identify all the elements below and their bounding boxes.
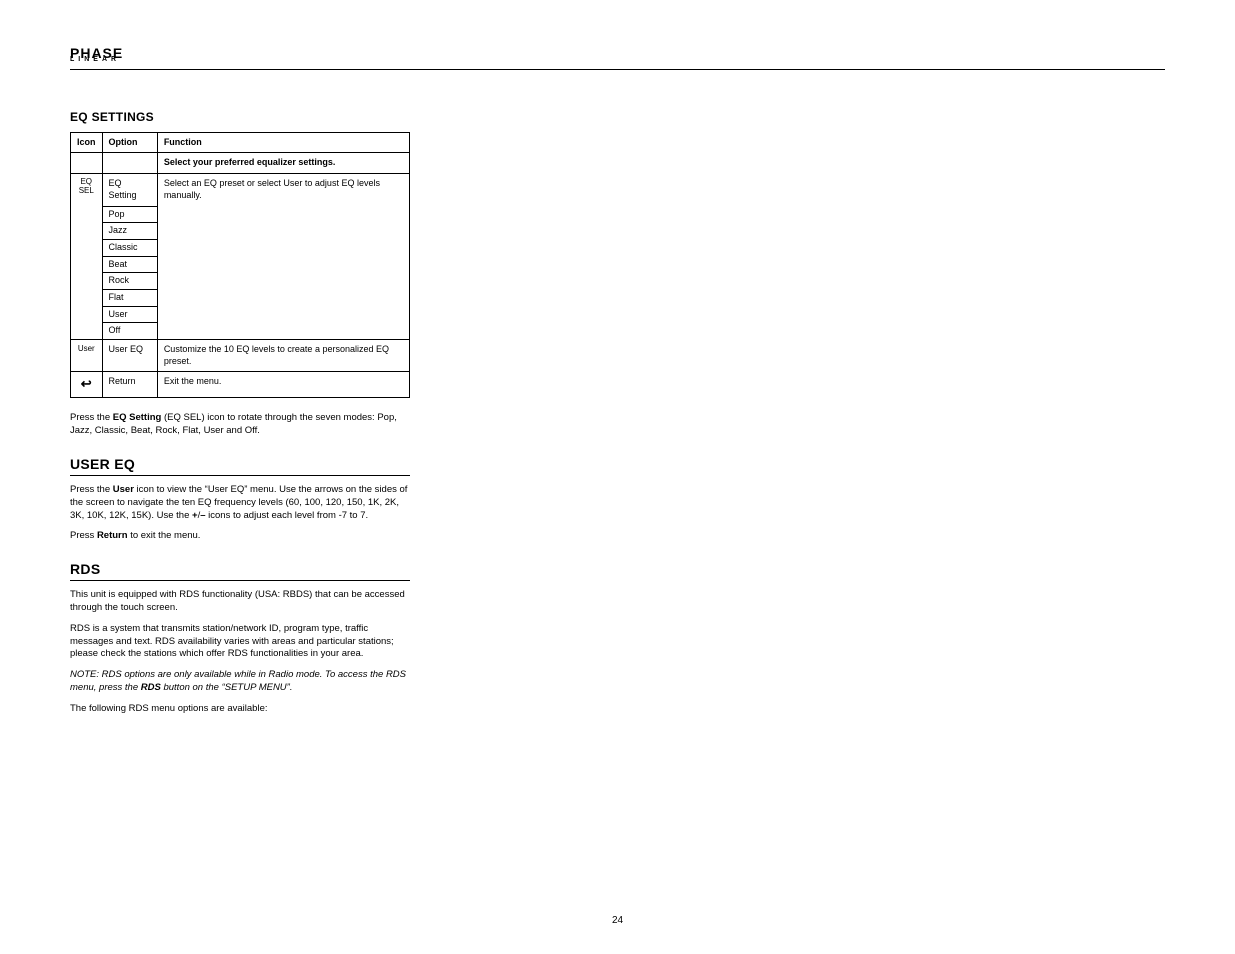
rds-p2: RDS is a system that transmits station/n…	[70, 623, 410, 661]
table-row: User User EQ Customize the 10 EQ levels …	[71, 340, 410, 372]
return-func-cell: Exit the menu.	[157, 372, 409, 398]
table-row: EQ SEL EQ Setting Pop Jazz Classic Beat …	[71, 174, 410, 340]
eq-sel-icon-cell: EQ SEL	[71, 174, 103, 340]
user-eq-p1: Press the User icon to view the “User EQ…	[70, 484, 410, 522]
rds-p3: NOTE: RDS options are only available whi…	[70, 669, 410, 695]
table-subheader-row: Select your preferred equalizer settings…	[71, 153, 410, 174]
eq-opt: Flat	[103, 290, 157, 307]
table-row: ↩ Return Exit the menu.	[71, 372, 410, 398]
return-option-cell: Return	[102, 372, 157, 398]
user-func-cell: Customize the 10 EQ levels to create a p…	[157, 340, 409, 372]
eq-opt: Classic	[103, 240, 157, 257]
blank-func: Select your preferred equalizer settings…	[157, 153, 409, 174]
eq-opt: User	[103, 307, 157, 324]
eq-opt: Rock	[103, 273, 157, 290]
eq-setting-label: EQ Setting	[103, 174, 157, 206]
eq-sel-icon-l2: SEL	[79, 186, 94, 195]
rds-p4: The following RDS menu options are avail…	[70, 703, 410, 716]
blank-option	[102, 153, 157, 174]
rds-heading: RDS	[70, 561, 410, 581]
col-function: Function	[157, 132, 409, 153]
brand-logo: PHASE LINEAR	[70, 48, 1165, 70]
eq-setting-body: Press the EQ Setting (EQ SEL) icon to ro…	[70, 412, 410, 438]
return-icon-cell: ↩	[71, 372, 103, 398]
eq-settings-table: Icon Option Function Select your preferr…	[70, 132, 410, 399]
user-icon-cell: User	[71, 340, 103, 372]
eq-opt: Off	[103, 323, 157, 339]
eq-settings-title: EQ SETTINGS	[70, 110, 410, 124]
logo-line2: LINEAR	[70, 57, 1165, 63]
eq-func-cell: Select an EQ preset or select User to ad…	[157, 174, 409, 340]
user-option-cell: User EQ	[102, 340, 157, 372]
blank-icon	[71, 153, 103, 174]
col-option: Option	[102, 132, 157, 153]
page-number: 24	[612, 915, 623, 926]
eq-opt: Jazz	[103, 223, 157, 240]
eq-opt: Beat	[103, 257, 157, 274]
right-column	[450, 110, 1165, 724]
table-header-row: Icon Option Function	[71, 132, 410, 153]
user-eq-heading: USER EQ	[70, 456, 410, 476]
return-icon: ↩	[81, 376, 92, 393]
left-column: EQ SETTINGS Icon Option Function Select …	[70, 110, 410, 724]
rds-p1: This unit is equipped with RDS functiona…	[70, 589, 410, 615]
col-icon: Icon	[71, 132, 103, 153]
eq-opt: Pop	[103, 207, 157, 224]
eq-option-cell: EQ Setting Pop Jazz Classic Beat Rock Fl…	[102, 174, 157, 340]
eq-sel-icon-l1: EQ	[80, 177, 92, 186]
two-column-layout: EQ SETTINGS Icon Option Function Select …	[70, 110, 1165, 724]
user-eq-p2: Press Return to exit the menu.	[70, 530, 410, 543]
